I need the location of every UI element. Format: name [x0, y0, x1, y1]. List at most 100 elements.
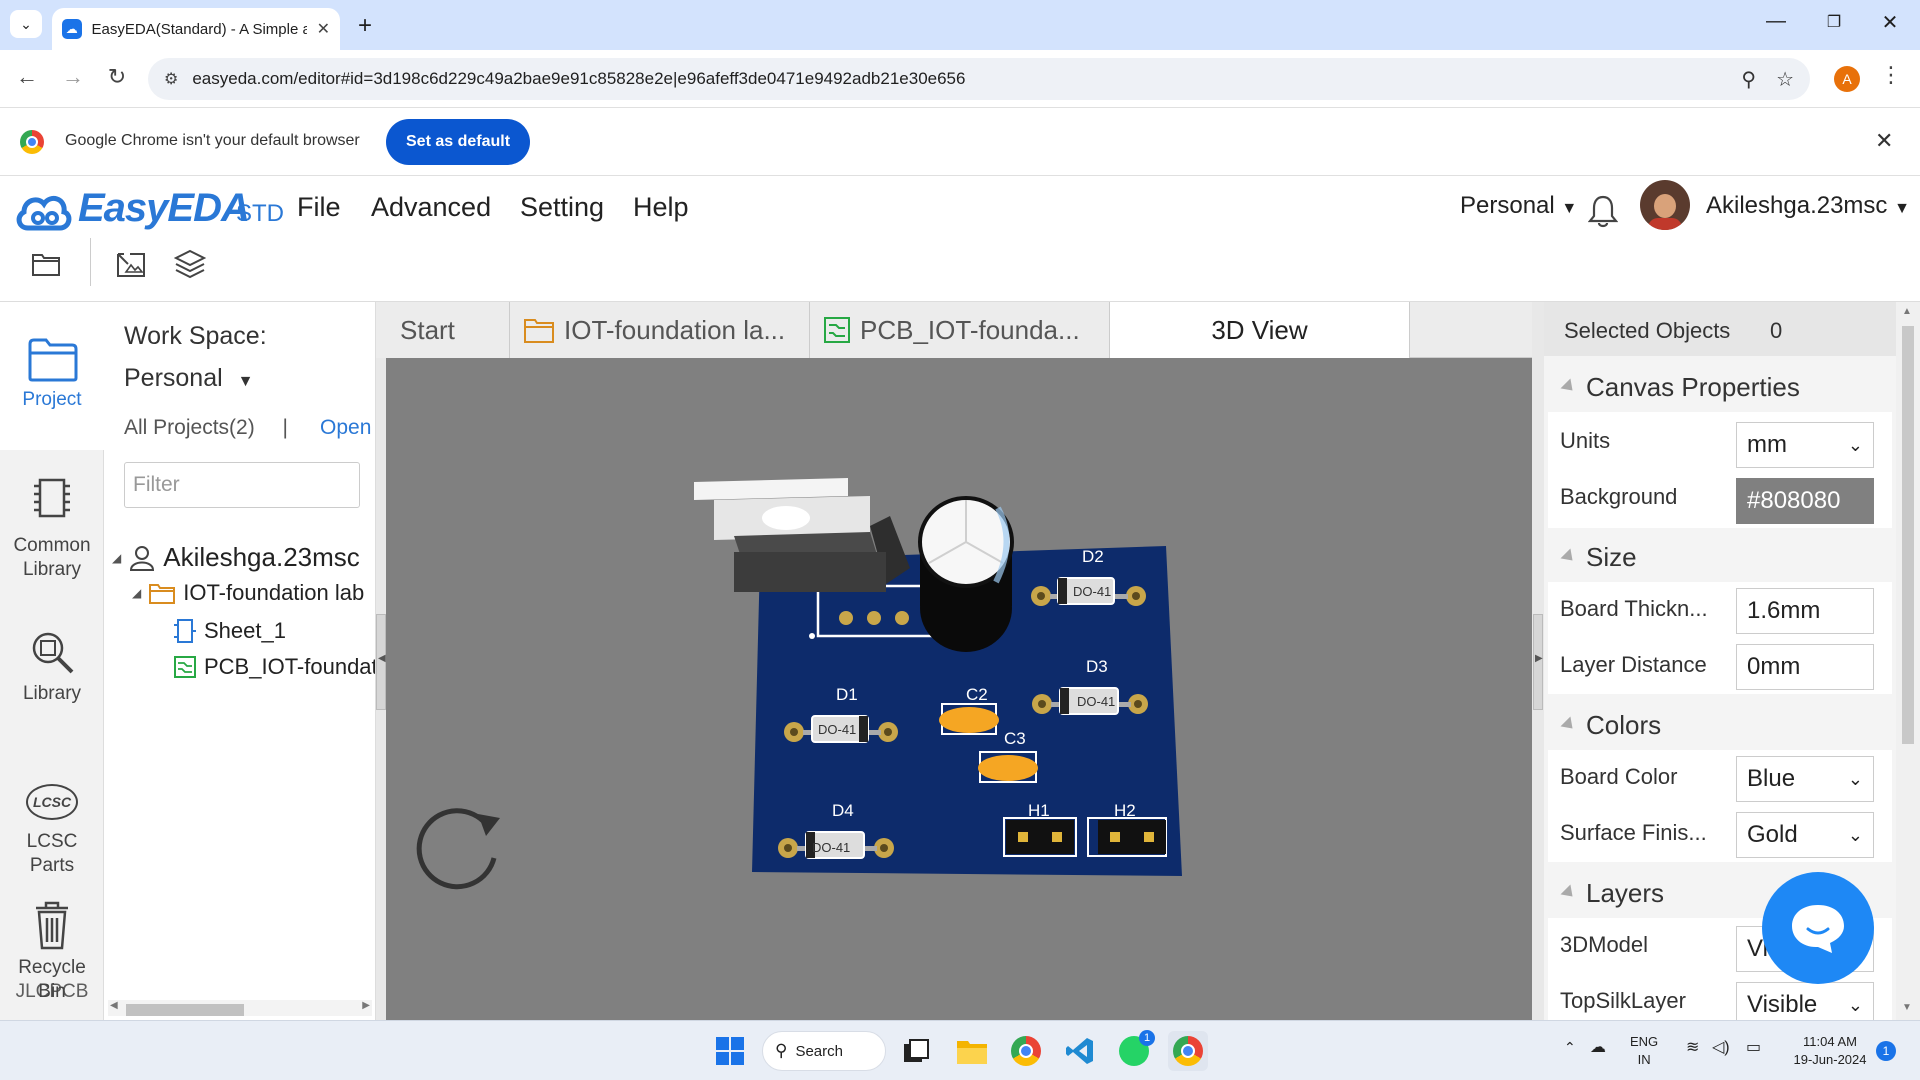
menu-file[interactable]: File — [297, 192, 341, 223]
surface-finish-select[interactable]: Gold ⌄ — [1736, 812, 1874, 858]
minimize-button[interactable]: — — [1756, 10, 1796, 33]
close-window-button[interactable]: ✕ — [1870, 10, 1910, 35]
scroll-up-icon[interactable]: ▲ — [1902, 306, 1912, 317]
chrome-profile-taskbar-icon[interactable] — [1168, 1031, 1208, 1071]
horizontal-scrollbar[interactable]: ◀ ▶ — [108, 1000, 372, 1016]
board-color-select[interactable]: Blue ⌄ — [1736, 756, 1874, 802]
collapse-triangle-icon[interactable]: ◢ — [132, 586, 141, 600]
layer-distance-input[interactable]: 0mm — [1736, 644, 1874, 690]
menu-help[interactable]: Help — [633, 192, 689, 223]
tab-search-button[interactable]: ⌄ — [10, 10, 42, 38]
rail-common-library[interactable]: Common Library — [0, 450, 104, 580]
tab-close-icon[interactable]: ✕ — [317, 19, 330, 39]
address-bar[interactable]: ⚙ easyeda.com/editor#id=3d198c6d229c49a2… — [148, 58, 1810, 100]
site-info-icon[interactable]: ⚙ — [164, 69, 178, 89]
forward-button[interactable]: → — [58, 64, 88, 90]
back-button[interactable]: ← — [12, 64, 42, 90]
chrome-taskbar-icon[interactable] — [1006, 1031, 1046, 1071]
left-splitter-handle[interactable]: ◀ — [376, 614, 386, 710]
vscode-icon[interactable] — [1060, 1031, 1100, 1071]
whatsapp-icon[interactable]: 1 — [1114, 1030, 1155, 1071]
workspace-select[interactable]: Personal ▼ — [124, 364, 253, 393]
onedrive-icon[interactable]: ☁ — [1590, 1037, 1606, 1057]
rail-project[interactable]: Project — [0, 302, 104, 450]
volume-icon[interactable]: ◁) — [1712, 1037, 1730, 1057]
taskbar-search[interactable]: ⚲ Search — [762, 1031, 886, 1071]
scroll-right-icon[interactable]: ▶ — [362, 1000, 370, 1011]
tab-start[interactable]: Start — [376, 302, 510, 358]
tree-pcb-node[interactable]: PCB_IOT-foundation lab — [174, 654, 375, 680]
vertical-scrollbar[interactable]: ▲ ▼ — [1896, 302, 1920, 1020]
tree-user-node[interactable]: ◢ Akileshga.23msc — [112, 542, 360, 573]
user-menu[interactable]: Akileshga.23msc ▼ — [1706, 192, 1910, 220]
zoom-icon[interactable]: ⚲ — [1741, 67, 1756, 92]
task-view-icon[interactable] — [896, 1031, 936, 1071]
pcb-3d-render[interactable]: D2 DO-41 D3 DO-41 D1 DO-41 D4 DO-41 C2 C… — [386, 358, 1532, 1020]
open-project-link[interactable]: Open — [320, 416, 371, 440]
tree-sheet-node[interactable]: Sheet_1 — [174, 618, 286, 644]
rail-lcsc-parts[interactable]: LCSC LCSC Parts — [0, 770, 104, 880]
bookmark-star-icon[interactable]: ☆ — [1776, 67, 1794, 92]
layer-distance-label: Layer Distance — [1560, 652, 1707, 677]
header-h2[interactable] — [1087, 817, 1167, 857]
menu-advanced[interactable]: Advanced — [371, 192, 491, 223]
collapse-triangle-icon[interactable]: ◢ — [112, 551, 121, 565]
tree-project-node[interactable]: ◢ IOT-foundation lab — [132, 580, 364, 606]
user-avatar[interactable] — [1640, 180, 1690, 230]
profile-avatar[interactable]: A — [1834, 66, 1860, 92]
browser-tab-active[interactable]: ☁ EasyEDA(Standard) - A Simple and Power… — [52, 8, 340, 50]
workspace-dropdown[interactable]: Personal ▼ — [1460, 192, 1577, 220]
collapse-left-icon[interactable]: ◀ — [378, 653, 386, 664]
scrollbar-thumb[interactable] — [126, 1004, 244, 1016]
set-as-default-button[interactable]: Set as default — [386, 119, 531, 165]
chrome-menu-icon[interactable]: ⋮ — [1880, 62, 1902, 88]
scroll-left-icon[interactable]: ◀ — [110, 1000, 118, 1011]
import-toolbar-icon[interactable] — [110, 244, 150, 284]
chat-support-button[interactable] — [1762, 872, 1874, 984]
file-explorer-icon[interactable] — [952, 1031, 992, 1071]
topsilk-select[interactable]: Visible ⌄ — [1736, 982, 1874, 1020]
scroll-down-icon[interactable]: ▼ — [1902, 1002, 1912, 1013]
folder-toolbar-icon[interactable] — [26, 244, 66, 284]
section-size[interactable]: Size — [1548, 532, 1892, 582]
rail-jlcpcb-label[interactable]: JLCPCB — [0, 980, 104, 1004]
right-splitter-handle[interactable]: ▶ — [1533, 614, 1543, 710]
easyeda-logo-text[interactable]: EasyEDA — [78, 186, 250, 231]
notification-bell-icon[interactable] — [1588, 194, 1618, 228]
header-h1[interactable] — [1003, 817, 1077, 857]
clock-date: 19-Jun-2024 — [1793, 1052, 1867, 1067]
notification-badge[interactable]: 1 — [1876, 1041, 1896, 1061]
reload-button[interactable]: ↻ — [102, 64, 132, 90]
new-tab-button[interactable]: + — [352, 12, 378, 40]
tab-3d-view[interactable]: 3D View — [1110, 302, 1410, 358]
language-indicator[interactable]: ENG IN — [1630, 1033, 1658, 1069]
menu-setting[interactable]: Setting — [520, 192, 604, 223]
restore-button[interactable]: ❐ — [1814, 12, 1854, 32]
background-color-input[interactable]: #808080 — [1736, 478, 1874, 524]
rail-library[interactable]: Library — [0, 602, 104, 712]
section-canvas-properties[interactable]: Canvas Properties — [1548, 362, 1892, 412]
wifi-icon[interactable]: ≋ — [1686, 1037, 1699, 1057]
tab-pcb[interactable]: PCB_IOT-founda... — [810, 302, 1110, 358]
clock[interactable]: 11:04 AM 19-Jun-2024 — [1780, 1033, 1880, 1069]
3d-view-canvas[interactable]: D2 DO-41 D3 DO-41 D1 DO-41 D4 DO-41 C2 C… — [386, 358, 1532, 1020]
all-projects-link[interactable]: All Projects(2) | — [124, 416, 288, 440]
windows-start-icon[interactable] — [710, 1031, 750, 1071]
url-text[interactable]: easyeda.com/editor#id=3d198c6d229c49a2ba… — [192, 69, 1721, 89]
project-filter-input[interactable] — [124, 462, 360, 508]
scrollbar-thumb[interactable] — [1902, 326, 1914, 744]
layers-toolbar-icon[interactable] — [170, 244, 210, 284]
easyeda-logo-icon[interactable] — [14, 190, 72, 234]
app-header: EasyEDA STD File Advanced Setting Help P… — [0, 176, 1920, 302]
infobar-close-icon[interactable]: ✕ — [1875, 128, 1893, 154]
collapse-right-icon[interactable]: ▶ — [1535, 653, 1543, 664]
rotate-view-icon[interactable] — [416, 808, 500, 890]
topsilk-value: Visible — [1747, 991, 1818, 1018]
section-colors[interactable]: Colors — [1548, 700, 1892, 750]
tab-schematic[interactable]: IOT-foundation la... — [510, 302, 810, 358]
board-thickness-input[interactable]: 1.6mm — [1736, 588, 1874, 634]
battery-icon[interactable]: ▭ — [1746, 1037, 1761, 1057]
units-select[interactable]: mm ⌄ — [1736, 422, 1874, 468]
rail-recycle-bin[interactable]: Recycle Bin JLCPCB — [0, 900, 104, 1020]
tray-overflow-icon[interactable]: ⌃ — [1564, 1039, 1576, 1056]
